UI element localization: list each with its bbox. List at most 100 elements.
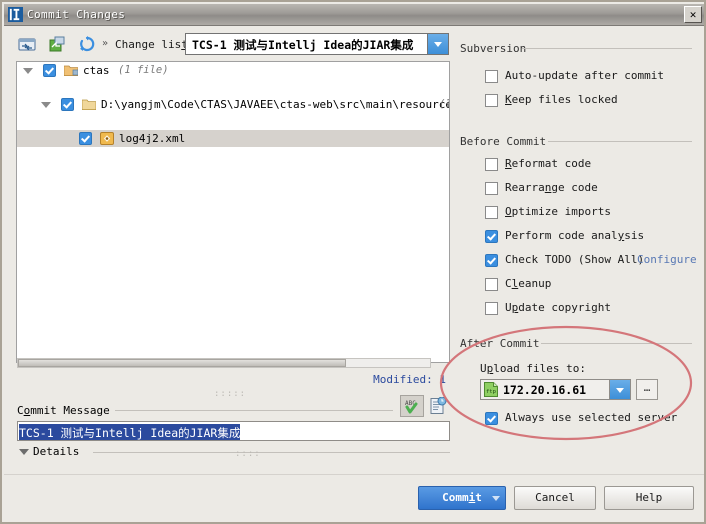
commit-label-pre: Comm	[442, 491, 469, 504]
list-item-label: log4j2.xml	[119, 132, 186, 145]
changelist-label: Change list:	[115, 38, 194, 51]
commit-message-legend: Commit Message	[17, 404, 115, 417]
row-checkbox[interactable]	[61, 98, 74, 111]
subversion-group-legend: Subversion	[460, 42, 527, 55]
intellij-idea-icon	[8, 7, 23, 22]
expand-twisty-icon[interactable]	[23, 68, 33, 74]
tree-horizontal-scrollbar[interactable]	[17, 358, 431, 368]
upload-label-post: load files to:	[493, 362, 586, 375]
list-item-label: ctas	[83, 64, 110, 77]
label-pre: Perform code anal	[505, 229, 618, 242]
label-post: ge code	[551, 181, 598, 194]
checkbox[interactable]	[485, 254, 498, 267]
svg-text:ftp: ftp	[486, 389, 496, 395]
revert-icon[interactable]	[48, 35, 66, 53]
changelist-label-pre: Change lis	[115, 38, 182, 51]
upload-server-browse-button[interactable]: …	[636, 379, 658, 400]
table-row[interactable]: ctas (1 file)	[17, 62, 449, 79]
list-item-label: D:\yangjm\Code\CTAS\JAVAEE\ctas-web\src\…	[101, 98, 450, 111]
checkbox[interactable]	[485, 206, 498, 219]
window-title: Commit Changes	[27, 8, 126, 21]
table-row[interactable]: log4j2.xml	[17, 130, 449, 147]
checkbox[interactable]	[485, 302, 498, 315]
commit-dropdown-arrow-icon[interactable]	[492, 496, 500, 501]
label-post: ptimize imports	[511, 205, 611, 218]
changed-files-tree[interactable]: ctas (1 file) D:\yangjm\Code\CTAS\JAVAEE…	[16, 61, 450, 363]
checkbox[interactable]	[485, 230, 498, 243]
option-label: Cleanup	[505, 277, 551, 290]
show-diff-icon[interactable]	[18, 35, 36, 53]
commit-button[interactable]: Commit	[418, 486, 506, 510]
upload-server-dropdown-arrow[interactable]	[609, 380, 630, 399]
subversion-group-rule	[522, 48, 692, 49]
expand-twisty-icon[interactable]	[41, 102, 51, 108]
option-label: Auto-update after commit	[505, 69, 664, 82]
checkbox[interactable]	[485, 182, 498, 195]
close-button[interactable]: ✕	[684, 6, 702, 23]
table-row[interactable]: D:\yangjm\Code\CTAS\JAVAEE\ctas-web\src\…	[17, 96, 449, 113]
commit-changes-dialog: Commit Changes ✕ » Change list: TCS-1 测试…	[0, 0, 706, 524]
commit-label-post: t	[475, 491, 482, 504]
changelist-combobox[interactable]: TCS-1 测试与Intellj Idea的JIAR集成	[185, 33, 449, 55]
upload-server-combobox[interactable]: ftp 172.20.16.61	[480, 379, 631, 400]
checkbox[interactable]	[485, 278, 498, 291]
commit-message-input[interactable]: TCS-1 测试与Intellj Idea的JIAR集成	[17, 421, 450, 441]
row-checkbox[interactable]	[43, 64, 56, 77]
checkbox[interactable]	[485, 412, 498, 425]
label-pre: Check TODO (Show All)	[505, 253, 645, 266]
splitter-grip[interactable]: :::::	[214, 390, 245, 399]
scrollbar-thumb[interactable]	[18, 359, 346, 367]
option-label: Keep files locked	[505, 93, 618, 106]
cm-legend-pre: C	[17, 404, 24, 417]
label-accel: K	[505, 93, 512, 106]
xml-file-icon	[100, 132, 114, 145]
details-label: Details	[33, 445, 80, 458]
chevron-down-icon	[616, 387, 624, 393]
option-label: Optimize imports	[505, 205, 611, 218]
dialog-button-bar: Commit Cancel Help	[4, 474, 704, 520]
option-label: Check TODO (Show All)	[505, 253, 644, 266]
before-commit-group-rule	[548, 141, 692, 142]
row-checkbox[interactable]	[79, 132, 92, 145]
changelist-selected-value: TCS-1 测试与Intellj Idea的JIAR集成	[192, 38, 414, 52]
label-post: date copyright	[518, 301, 611, 314]
label-post: eformat code	[511, 157, 592, 170]
details-rule	[93, 452, 450, 453]
label-post: eanup	[518, 277, 552, 290]
label-pre: C	[505, 277, 512, 290]
option-label: Rearrange code	[505, 181, 598, 194]
checkbox[interactable]	[485, 158, 498, 171]
list-item-count: (1	[439, 98, 449, 110]
help-button[interactable]: Help	[604, 486, 694, 510]
label-post: eep files locked	[511, 93, 618, 106]
toolbar-overflow-icon[interactable]: »	[102, 38, 108, 49]
refresh-icon[interactable]	[78, 35, 96, 53]
label-post: sis	[624, 229, 645, 242]
label-accel: O	[505, 205, 512, 218]
ftp-server-icon: ftp	[484, 382, 498, 397]
label-accel: R	[505, 157, 512, 170]
upload-label-pre: U	[480, 362, 487, 375]
label-pre: U	[505, 301, 512, 314]
folder-icon	[82, 99, 96, 110]
commit-message-value: TCS-1 测试与Intellj Idea的JIAR集成	[19, 424, 241, 440]
after-commit-group-legend: After Commit	[460, 337, 540, 350]
changelist-folder-icon	[64, 65, 78, 76]
chevron-down-icon	[434, 42, 442, 47]
option-label: Update copyright	[505, 301, 611, 314]
configure-link[interactable]: Configure	[637, 253, 697, 266]
label-pre: Rearra	[505, 181, 545, 194]
list-item-count: (1 file)	[118, 64, 169, 76]
changelist-dropdown-arrow[interactable]	[427, 34, 448, 54]
splitter-grip[interactable]: ::::	[235, 449, 261, 459]
cancel-button[interactable]: Cancel	[514, 486, 596, 510]
message-history-icon[interactable]	[429, 397, 447, 415]
checkbox[interactable]	[485, 94, 498, 107]
before-commit-group-legend: Before Commit	[460, 135, 547, 148]
checkbox[interactable]	[485, 70, 498, 83]
label-post: Auto-update after commit	[505, 69, 664, 82]
details-section-toggle[interactable]: Details ::::	[17, 445, 451, 459]
expand-twisty-icon[interactable]	[19, 449, 29, 455]
modified-count-label: Modified: 1	[373, 373, 446, 386]
spellcheck-icon[interactable]: ABC	[400, 395, 424, 417]
